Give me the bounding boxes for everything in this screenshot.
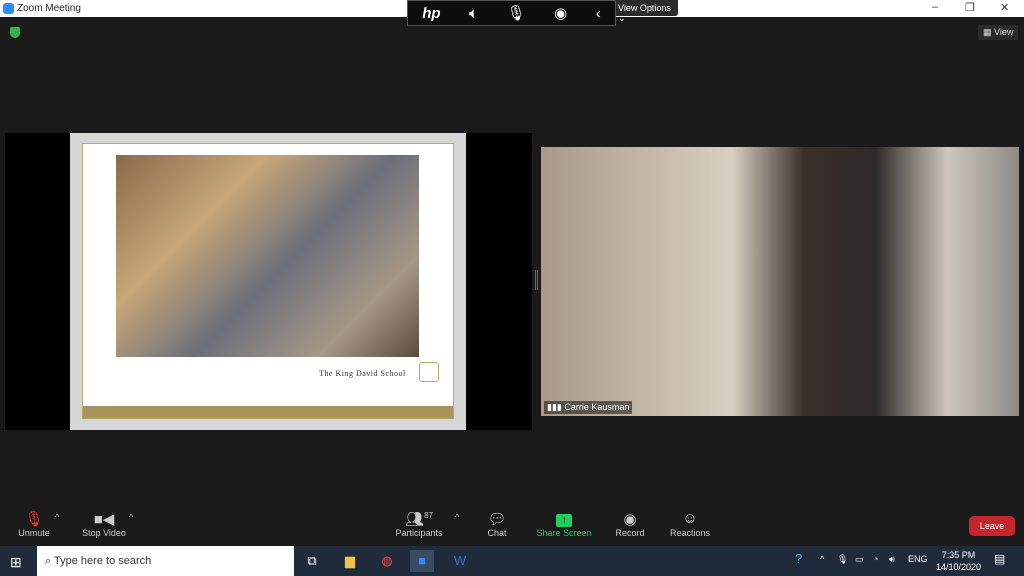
slide: The King David School	[70, 133, 466, 430]
participants-icon: 👥︎	[405, 511, 425, 528]
taskbar-search-input[interactable]: ⌕ Type here to search	[37, 546, 294, 576]
unmute-label: Unmute	[18, 528, 50, 538]
file-explorer-icon[interactable]: ▆	[338, 550, 362, 572]
reactions-label: Reactions	[669, 528, 711, 538]
participant-name-label: ▮▮▮ Carrie Kausman	[544, 401, 633, 414]
chat-label: Chat	[487, 528, 507, 538]
slide-footer-bar	[83, 406, 453, 418]
hp-audio-toolbar: hp 🔈︎ 🎙︎ ◉ ‹	[407, 0, 616, 26]
audio-options-caret[interactable]: ^	[55, 512, 59, 522]
slide-photo	[116, 155, 419, 357]
slide-content: The King David School	[82, 143, 454, 419]
view-options-dropdown[interactable]: View Options ⌄	[616, 0, 678, 23]
share-screen-label: Share Screen	[536, 528, 592, 538]
mic-icon[interactable]: 🎙︎	[507, 4, 526, 22]
reactions-icon: ☺	[682, 510, 698, 527]
chat-button[interactable]: 💬︎ Chat	[482, 510, 512, 538]
video-camera-icon: ■◀	[93, 511, 115, 528]
school-name: The King David School	[319, 369, 406, 378]
shared-screen: The King David School	[5, 133, 532, 430]
security-shield-icon[interactable]	[10, 27, 20, 38]
notifications-icon[interactable]: ▤	[994, 552, 1005, 566]
share-screen-button[interactable]: ↑ Share Screen	[535, 510, 593, 538]
task-view-icon[interactable]: ⧉	[300, 550, 324, 572]
zoom-logo-icon	[3, 3, 14, 14]
time: 7:35 PM	[941, 550, 976, 560]
record-icon: ◉	[623, 511, 637, 528]
mic-muted-icon: 🎙︎	[24, 511, 44, 528]
minimize-button[interactable]: –	[932, 1, 938, 13]
record-label: Record	[615, 528, 645, 538]
participants-label: Participants	[395, 528, 443, 538]
record-button[interactable]: ◉ Record	[612, 510, 648, 538]
video-options-caret[interactable]: ^	[129, 512, 133, 522]
share-screen-icon: ↑	[535, 510, 593, 528]
microphone-tray-icon[interactable]: 🎙︎	[837, 554, 848, 565]
school-crest-logo	[419, 362, 439, 382]
unmute-button[interactable]: 🎙︎ Unmute	[16, 510, 52, 538]
battery-icon[interactable]: ▭	[855, 554, 864, 565]
reactions-button[interactable]: ☺ Reactions	[668, 510, 712, 538]
view-label: View	[994, 27, 1014, 37]
close-button[interactable]: ✕	[1000, 1, 1009, 14]
participants-options-caret[interactable]: ^	[455, 512, 459, 522]
zoom-taskbar-icon[interactable]: ■	[410, 550, 434, 572]
clock[interactable]: 7:35 PM 14/10/2020	[936, 549, 981, 573]
search-placeholder: Type here to search	[54, 555, 152, 567]
view-button[interactable]: ▦ View	[978, 25, 1019, 40]
participants-icon-row: 👥︎87	[393, 510, 445, 528]
windows-start-icon[interactable]: ⊞	[10, 554, 22, 571]
participant-count: 87	[424, 511, 433, 520]
hp-logo: hp	[422, 4, 441, 22]
stop-video-button[interactable]: ■◀ Stop Video	[78, 510, 130, 538]
participant-name: Carrie Kausman	[564, 402, 630, 412]
stop-video-label: Stop Video	[82, 528, 126, 538]
participants-button[interactable]: 👥︎87 Participants	[393, 510, 445, 538]
split-resize-handle[interactable]	[535, 270, 538, 290]
date: 14/10/2020	[936, 562, 982, 572]
window-title: Zoom Meeting	[17, 3, 81, 14]
chrome-icon[interactable]: ◍	[375, 550, 399, 572]
participant-video[interactable]: ▮▮▮ Carrie Kausman	[541, 147, 1019, 416]
help-icon[interactable]: ?	[795, 551, 802, 566]
language-indicator[interactable]: ENG	[908, 554, 928, 564]
wifi-icon[interactable]: ◔	[873, 554, 878, 564]
broadcast-icon[interactable]: ◉	[554, 4, 567, 22]
volume-icon[interactable]: 🔊︎	[889, 554, 895, 565]
windows-taskbar: ⊞ ⌕ Type here to search ⧉ ▆ ◍ ■ W ? ^ 🎙︎…	[0, 546, 1024, 576]
word-icon[interactable]: W	[448, 550, 472, 572]
speaker-icon[interactable]: 🔈︎	[469, 5, 478, 22]
chat-icon: 💬︎	[487, 511, 507, 528]
restore-button[interactable]: ❐	[965, 1, 975, 14]
leave-button[interactable]: Leave	[969, 516, 1015, 536]
chevron-left-icon[interactable]: ‹	[596, 5, 601, 22]
tray-chevron-icon[interactable]: ^	[820, 554, 824, 564]
